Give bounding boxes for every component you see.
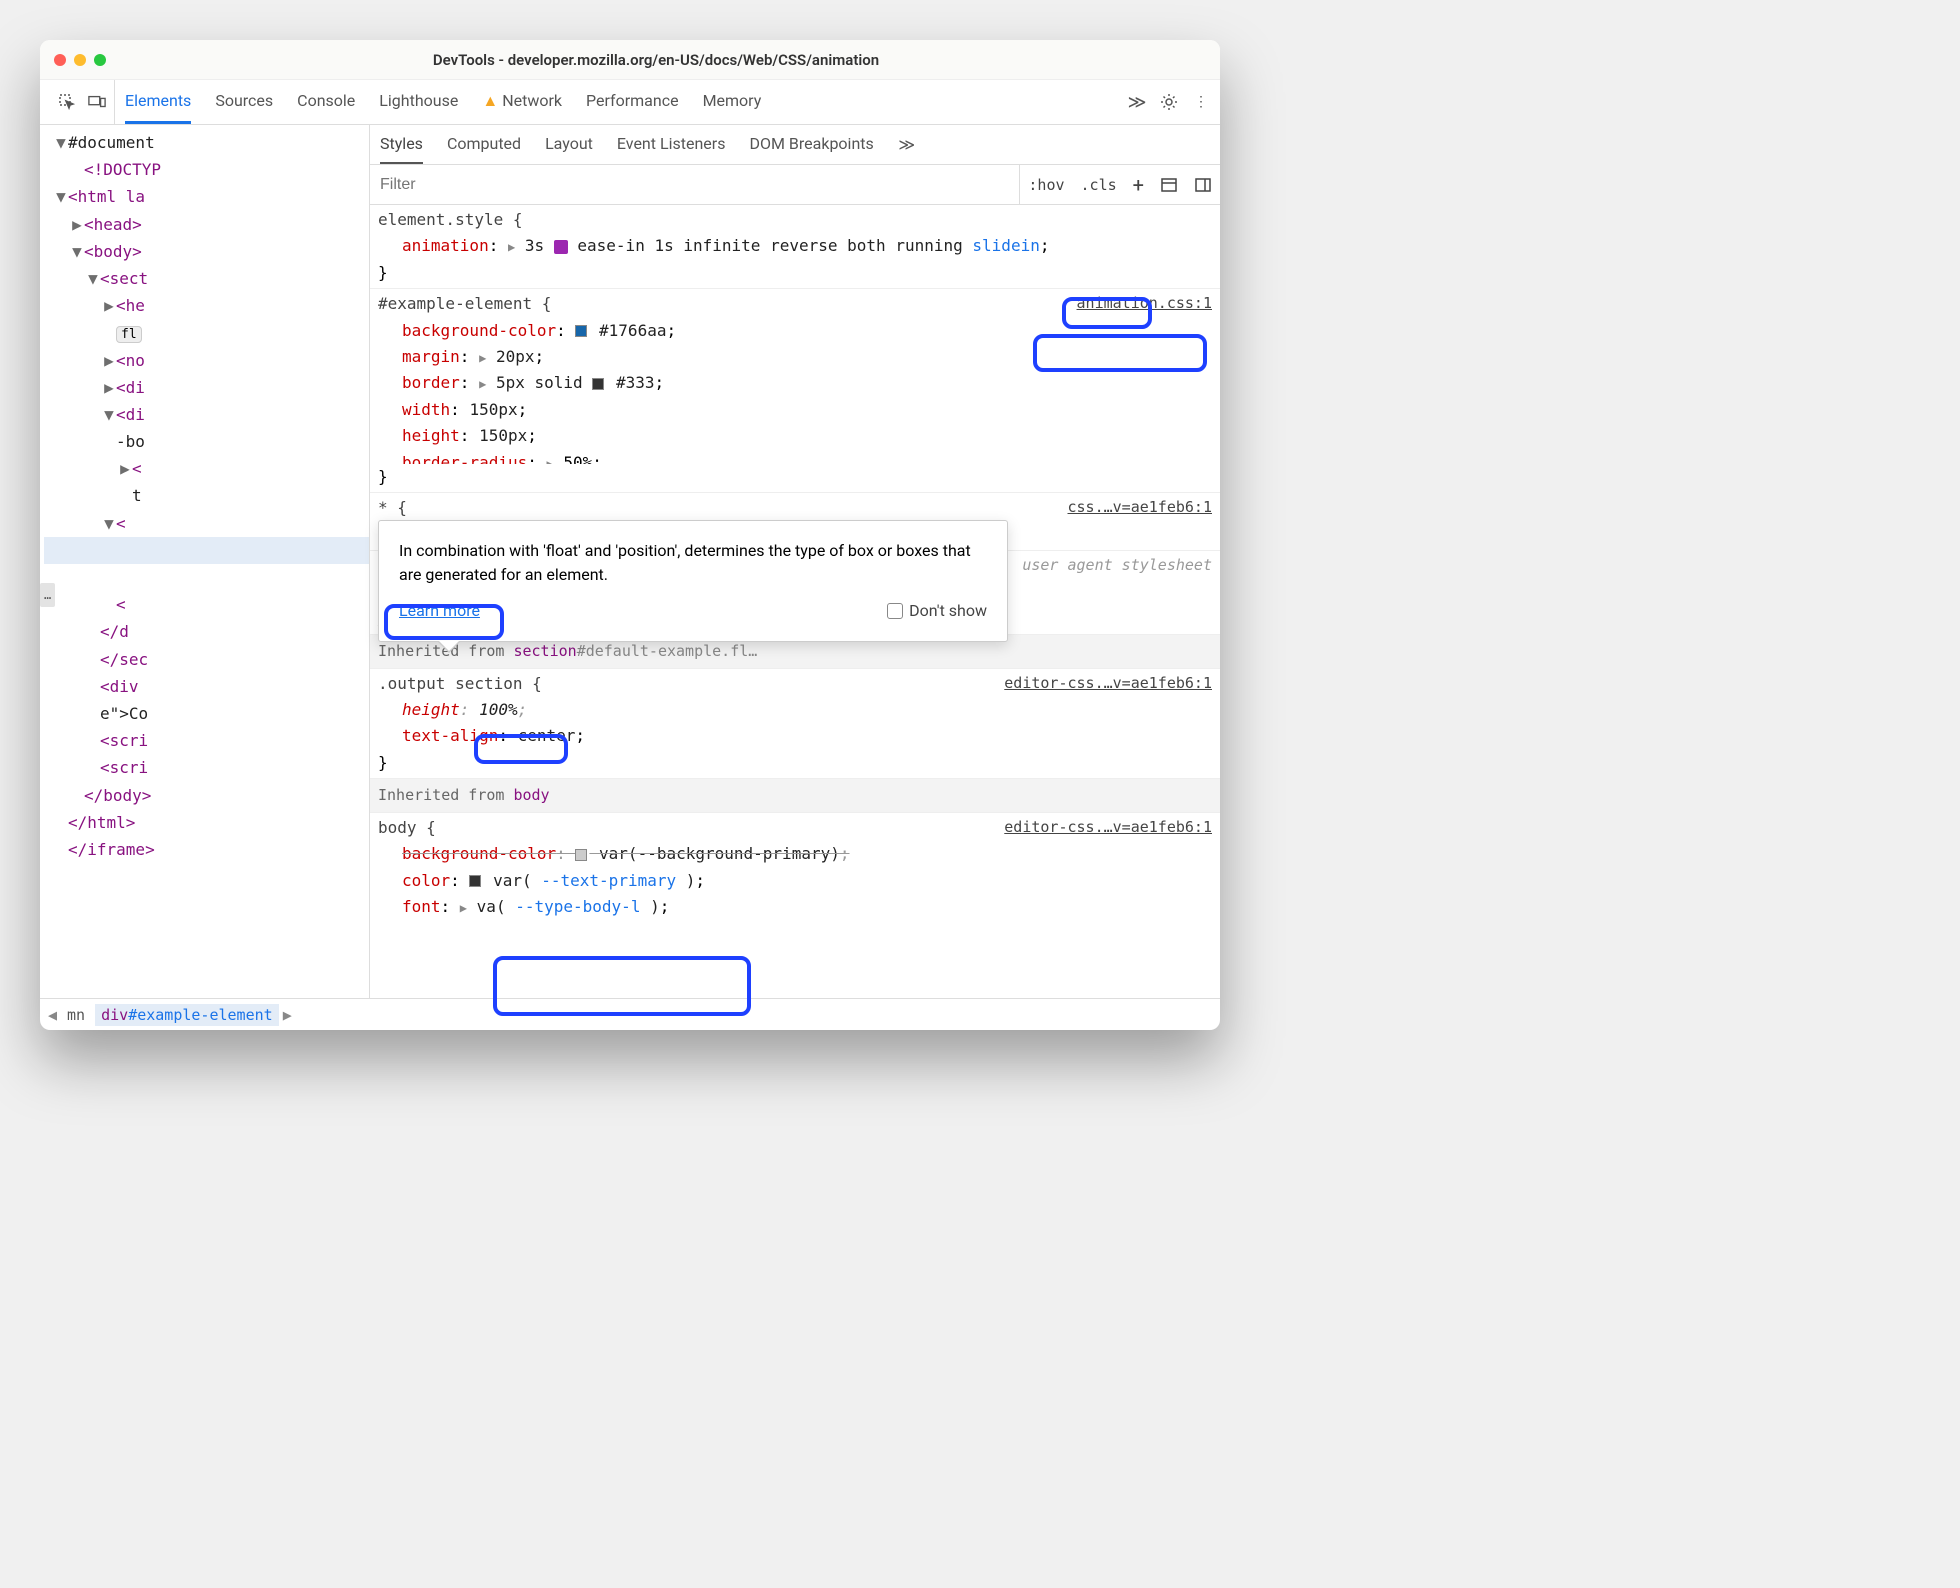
tree-row[interactable]: ▼<html la	[44, 183, 369, 210]
checkbox-icon[interactable]	[887, 603, 903, 619]
tree-row[interactable]: </sec	[44, 646, 369, 673]
panel-tabs: Elements Sources Console Lighthouse ▲Net…	[125, 80, 1118, 124]
device-icon[interactable]	[88, 93, 106, 111]
tree-row[interactable]: ▼<sect	[44, 265, 369, 292]
tree-row[interactable]: e">Co	[44, 700, 369, 727]
close-icon[interactable]	[54, 54, 66, 66]
tree-row[interactable]: ▶<he	[44, 292, 369, 319]
tab-network[interactable]: ▲Network	[482, 80, 562, 124]
source-link[interactable]: editor-css.…v=ae1feb6:1	[1004, 671, 1212, 696]
style-rule[interactable]: animation.css:1#example-element {backgro…	[370, 289, 1220, 493]
tooltip-text: In combination with 'float' and 'positio…	[399, 539, 987, 587]
tree-row[interactable]: fl	[44, 319, 369, 346]
breadcrumb-current[interactable]: div#example-element	[95, 1004, 279, 1026]
tab-lighthouse[interactable]: Lighthouse	[379, 80, 458, 124]
tab-memory[interactable]: Memory	[703, 80, 762, 124]
warning-icon: ▲	[482, 91, 498, 111]
panel-toggle-icon[interactable]	[1186, 165, 1220, 204]
tree-row[interactable]: <	[44, 591, 369, 618]
maximize-icon[interactable]	[94, 54, 106, 66]
tree-row[interactable]: ▶<di	[44, 374, 369, 401]
tree-row[interactable]: </iframe>	[44, 836, 369, 863]
breadcrumb-item[interactable]: mn	[61, 1004, 91, 1026]
sidebar-tabs: Styles Computed Layout Event Listeners D…	[370, 125, 1220, 165]
tree-row[interactable]: t	[44, 482, 369, 509]
breadcrumb-prev-icon[interactable]: ◀	[48, 1006, 57, 1024]
tree-row[interactable]: -bo	[44, 428, 369, 455]
tree-row[interactable]: <scri	[44, 754, 369, 781]
tree-row[interactable]: ▶<	[44, 455, 369, 482]
more-subtabs-icon[interactable]: ≫	[898, 136, 916, 154]
style-rule[interactable]: element.style {animation: ▶ 3s ease-in 1…	[370, 205, 1220, 289]
property-tooltip: In combination with 'float' and 'positio…	[378, 520, 1008, 642]
tree-ellipsis-handle[interactable]: …	[40, 583, 55, 607]
tree-row[interactable]: ▶<no	[44, 347, 369, 374]
tree-row[interactable]: </d	[44, 618, 369, 645]
tree-row[interactable]	[44, 564, 369, 591]
tree-row[interactable]: ▼<	[44, 510, 369, 537]
style-rule[interactable]: editor-css.…v=ae1feb6:1body {background-…	[370, 813, 1220, 923]
toolbar-right: ≫ ⋮	[1128, 93, 1210, 111]
breadcrumb-next-icon[interactable]: ▶	[283, 1006, 292, 1024]
tree-row[interactable]: ▼#document	[44, 129, 369, 156]
traffic-lights	[54, 54, 106, 66]
subtab-styles[interactable]: Styles	[380, 125, 423, 164]
inherited-header: Inherited from body	[370, 779, 1220, 813]
dont-show-option[interactable]: Don't show	[887, 599, 987, 623]
source-link[interactable]: animation.css:1	[1077, 291, 1212, 316]
cls-button[interactable]: .cls	[1073, 165, 1125, 204]
tree-row[interactable]: ▶<head>	[44, 211, 369, 238]
subtab-dom-breakpoints[interactable]: DOM Breakpoints	[749, 125, 873, 164]
computed-toggle-icon[interactable]	[1152, 165, 1186, 204]
subtab-computed[interactable]: Computed	[447, 125, 521, 164]
tree-row[interactable]: ▼<di	[44, 401, 369, 428]
tab-console[interactable]: Console	[297, 80, 355, 124]
tab-elements[interactable]: Elements	[125, 80, 191, 124]
subtab-event-listeners[interactable]: Event Listeners	[617, 125, 726, 164]
main-toolbar: Elements Sources Console Lighthouse ▲Net…	[40, 80, 1220, 125]
minimize-icon[interactable]	[74, 54, 86, 66]
source-link[interactable]: editor-css.…v=ae1feb6:1	[1004, 815, 1212, 840]
filter-bar: :hov .cls +	[370, 165, 1220, 205]
new-rule-icon[interactable]: +	[1125, 165, 1152, 204]
filter-input[interactable]	[370, 165, 1020, 204]
hov-button[interactable]: :hov	[1020, 165, 1072, 204]
tree-row[interactable]: </body>	[44, 782, 369, 809]
more-tabs-icon[interactable]: ≫	[1128, 93, 1146, 111]
tree-row[interactable]: </html>	[44, 809, 369, 836]
devtools-window: DevTools - developer.mozilla.org/en-US/d…	[40, 40, 1220, 1030]
kebab-icon[interactable]: ⋮	[1192, 93, 1210, 111]
tree-row[interactable]: ▼<body>	[44, 238, 369, 265]
dom-tree[interactable]: ▼#document<!DOCTYP▼<html la▶<head>▼<body…	[40, 125, 370, 998]
tree-row[interactable]	[44, 537, 369, 564]
source-link[interactable]: css.…v=ae1feb6:1	[1068, 495, 1213, 520]
inspect-icon[interactable]	[58, 93, 76, 111]
tree-row[interactable]: <!DOCTYP	[44, 156, 369, 183]
tab-performance[interactable]: Performance	[586, 80, 679, 124]
breadcrumb: ◀ mn div#example-element ▶	[40, 998, 1220, 1030]
tree-row[interactable]: <div	[44, 673, 369, 700]
subtab-layout[interactable]: Layout	[545, 125, 593, 164]
learn-more-link[interactable]: Learn more	[399, 599, 480, 623]
style-rule[interactable]: editor-css.…v=ae1feb6:1.output section {…	[370, 669, 1220, 780]
titlebar: DevTools - developer.mozilla.org/en-US/d…	[40, 40, 1220, 80]
settings-icon[interactable]	[1160, 93, 1178, 111]
tree-row[interactable]: <scri	[44, 727, 369, 754]
window-title: DevTools - developer.mozilla.org/en-US/d…	[106, 51, 1206, 69]
toolbar-left-icons	[50, 80, 115, 124]
tab-sources[interactable]: Sources	[215, 80, 273, 124]
